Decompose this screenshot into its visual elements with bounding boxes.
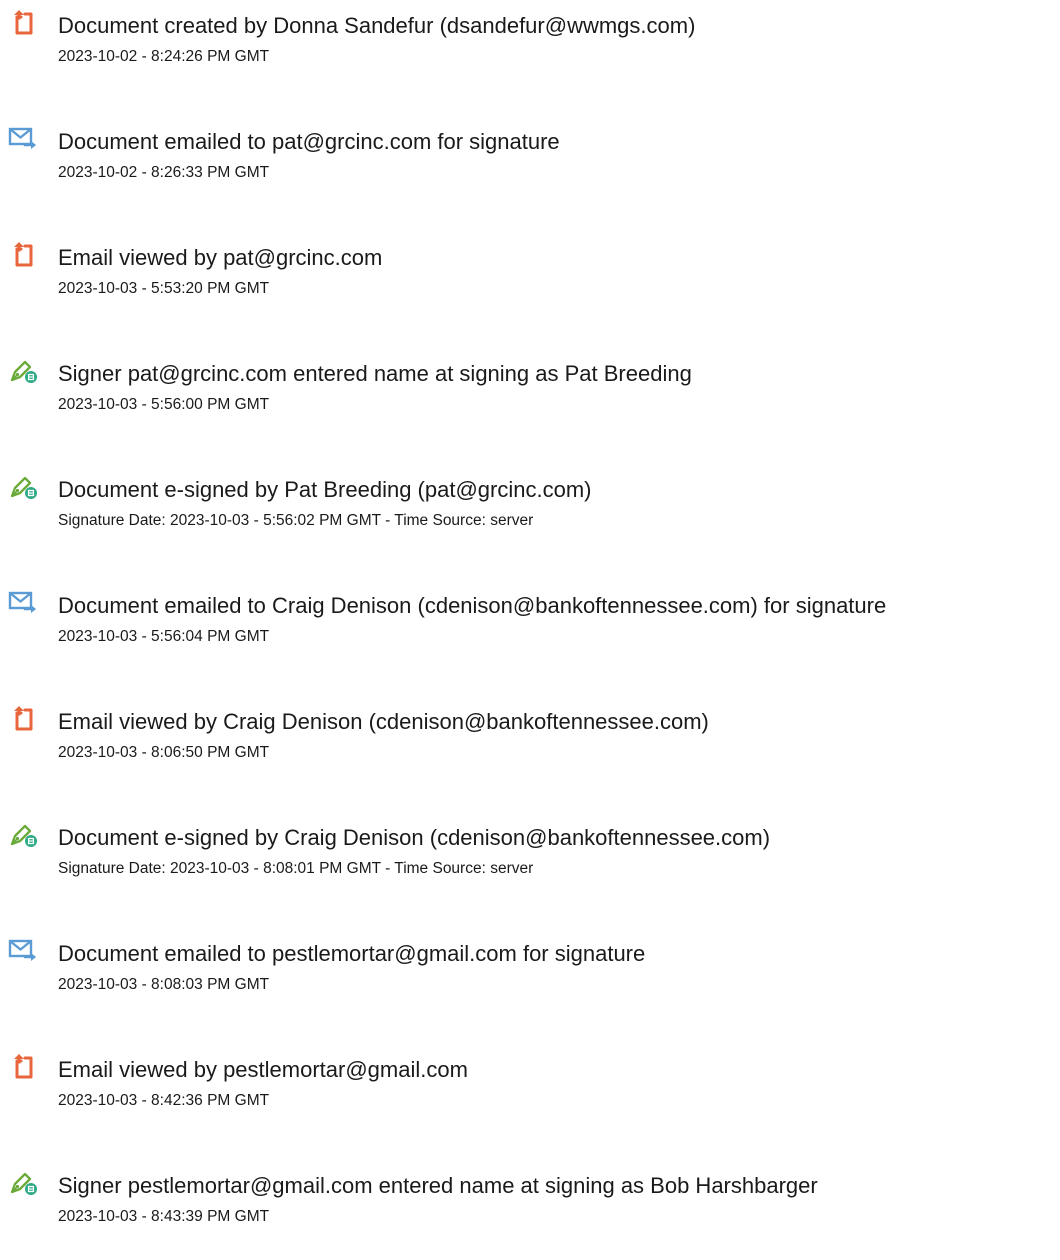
- event-date: 2023-10-02 - 8:24:26 PM GMT: [58, 48, 270, 65]
- event-date: Signature Date: 2023-10-03 - 5:56:02 PM …: [58, 512, 534, 529]
- audit-event: Document emailed to Craig Denison (cdeni…: [0, 580, 1060, 680]
- pen-sign-icon: [8, 819, 38, 849]
- event-date: 2023-10-03 - 5:53:20 PM GMT: [58, 280, 270, 297]
- document-icon: [8, 703, 38, 733]
- event-date: 2023-10-03 - 8:08:03 PM GMT: [58, 976, 270, 993]
- audit-event: Document e-signed by Pat Breeding (pat@g…: [0, 464, 1060, 564]
- event-date: 2023-10-03 - 5:56:04 PM GMT: [58, 628, 270, 645]
- event-title: Email viewed by Craig Denison (cdenison@…: [58, 709, 709, 734]
- event-date: 2023-10-03 - 8:43:39 PM GMT: [58, 1208, 270, 1225]
- event-title: Document emailed to pestlemortar@gmail.c…: [58, 941, 646, 966]
- event-title: Signer pat@grcinc.com entered name at si…: [58, 361, 692, 386]
- document-icon: [8, 7, 38, 37]
- audit-event: Document created by Donna Sandefur (dsan…: [0, 0, 1060, 100]
- document-icon: [8, 1051, 38, 1081]
- audit-event: Document emailed to pestlemortar@gmail.c…: [0, 928, 1060, 1028]
- event-date: 2023-10-03 - 8:42:36 PM GMT: [58, 1092, 270, 1109]
- event-date: Signature Date: 2023-10-03 - 8:08:01 PM …: [58, 860, 534, 877]
- audit-event: Document e-signed by Craig Denison (cden…: [0, 812, 1060, 912]
- pen-sign-icon: [8, 471, 38, 501]
- event-title: Signer pestlemortar@gmail.com entered na…: [58, 1173, 818, 1198]
- event-title: Document e-signed by Craig Denison (cden…: [58, 825, 771, 850]
- audit-event: Email viewed by Craig Denison (cdenison@…: [0, 696, 1060, 796]
- pen-sign-icon: [8, 355, 38, 385]
- event-date: 2023-10-03 - 8:06:50 PM GMT: [58, 744, 270, 761]
- event-title: Document emailed to Craig Denison (cdeni…: [58, 593, 887, 618]
- pen-sign-icon: [8, 1167, 38, 1197]
- audit-event: Signer pat@grcinc.com entered name at si…: [0, 348, 1060, 448]
- event-title: Document emailed to pat@grcinc.com for s…: [58, 129, 560, 154]
- email-send-icon: [8, 123, 38, 153]
- event-title: Document e-signed by Pat Breeding (pat@g…: [58, 477, 592, 502]
- event-title: Email viewed by pestlemortar@gmail.com: [58, 1057, 468, 1082]
- event-title: Document created by Donna Sandefur (dsan…: [58, 13, 696, 38]
- email-send-icon: [8, 587, 38, 617]
- audit-event: Email viewed by pestlemortar@gmail.com 2…: [0, 1044, 1060, 1144]
- event-date: 2023-10-02 - 8:26:33 PM GMT: [58, 164, 270, 181]
- audit-event: Document emailed to pat@grcinc.com for s…: [0, 116, 1060, 216]
- event-title: Email viewed by pat@grcinc.com: [58, 245, 383, 270]
- event-date: 2023-10-03 - 5:56:00 PM GMT: [58, 396, 270, 413]
- document-icon: [8, 239, 38, 269]
- audit-event: Email viewed by pat@grcinc.com 2023-10-0…: [0, 232, 1060, 332]
- audit-event: Signer pestlemortar@gmail.com entered na…: [0, 1160, 1060, 1260]
- email-send-icon: [8, 935, 38, 965]
